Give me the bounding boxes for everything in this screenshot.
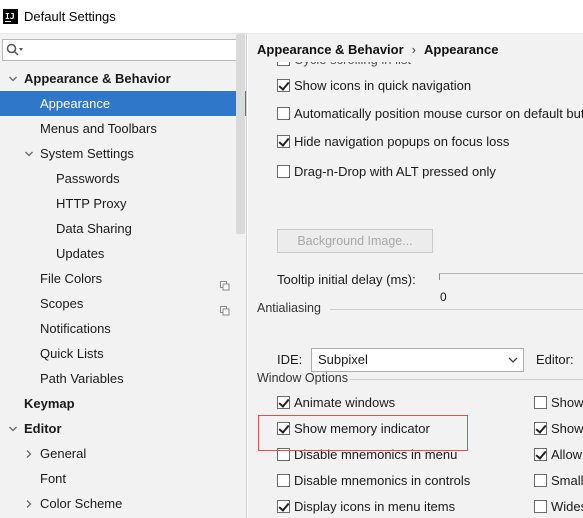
breadcrumb: Appearance & Behavior › Appearance xyxy=(257,42,498,57)
slider-tick xyxy=(439,274,440,280)
widescreen-tool-window-layout-label: Widescreen tool window layout xyxy=(551,499,583,514)
disable-mnemonics-in-controls-label: Disable mnemonics in controls xyxy=(294,473,471,488)
title-bar: IJ Default Settings xyxy=(0,0,583,34)
settings-search-input[interactable] xyxy=(25,41,235,59)
sidebar-item-system-settings[interactable]: System Settings xyxy=(0,141,246,166)
settings-sidebar: Appearance & Behavior Appearance Menus and… xyxy=(0,34,247,518)
automatically-position-mouse-cursor-on-default-button-checkbox[interactable] xyxy=(277,107,290,120)
sidebar-item-path-variables[interactable]: Path Variables xyxy=(0,366,246,391)
show-tool-window-bars-label: Show tool window bars xyxy=(551,395,583,410)
background-image-button: Background Image... xyxy=(277,229,433,253)
sidebar-item-font[interactable]: Font xyxy=(0,466,246,491)
window-options-section-title: Window Options xyxy=(257,371,349,385)
ide-antialiasing-label: IDE: xyxy=(277,352,303,367)
sidebar-scrollbar[interactable] xyxy=(236,34,245,234)
antialiasing-section-title: Antialiasing xyxy=(257,301,321,315)
sidebar-item-quick-lists[interactable]: Quick Lists xyxy=(0,341,246,366)
sidebar-item-editor[interactable]: Editor xyxy=(0,416,246,441)
annotation-highlight-box xyxy=(258,415,468,451)
hide-navigation-popups-on-focus-loss-checkbox[interactable] xyxy=(277,135,290,148)
small-labels-in-editor-tabs-label: Small labels in editor tabs xyxy=(551,473,583,488)
sidebar-item-label: Editor xyxy=(24,421,62,436)
sidebar-item-appearance-behavior[interactable]: Appearance & Behavior xyxy=(0,66,246,91)
hide-navigation-popups-on-focus-loss-label: Hide navigation popups on focus loss xyxy=(294,134,510,149)
sidebar-item-keymap[interactable]: Keymap xyxy=(0,391,246,416)
window-title: Default Settings xyxy=(24,9,116,24)
ide-antialiasing-select[interactable]: Subpixel xyxy=(311,348,524,372)
sidebar-item-label: System Settings xyxy=(40,146,134,161)
drag-n-drop-with-alt-pressed-only-label: Drag-n-Drop with ALT pressed only xyxy=(294,164,496,179)
intellij-logo-icon: IJ xyxy=(3,9,18,24)
sidebar-item-label: Quick Lists xyxy=(40,346,104,361)
sidebar-item-label: Appearance & Behavior xyxy=(24,71,171,86)
show-tool-window-numbers-label: Show tool window numbers xyxy=(551,421,583,436)
ide-antialiasing-value: Subpixel xyxy=(318,352,368,367)
sidebar-item-label: Notifications xyxy=(40,321,111,336)
window-options-divider xyxy=(350,379,583,380)
show-icons-in-quick-navigation-label: Show icons in quick navigation xyxy=(294,78,472,93)
sidebar-item-label: Appearance xyxy=(40,96,111,111)
editor-antialiasing-label: Editor: xyxy=(536,352,574,367)
drag-n-drop-with-alt-pressed-only-checkbox[interactable] xyxy=(277,165,290,178)
show-tool-window-bars-checkbox[interactable] xyxy=(534,396,547,409)
sidebar-item-passwords[interactable]: Passwords xyxy=(0,166,246,191)
logo-text: IJ xyxy=(5,12,15,21)
sidebar-item-scopes[interactable]: Scopes xyxy=(0,291,246,316)
chevron-right-icon[interactable] xyxy=(23,491,35,516)
allow-merging-buttons-checkbox[interactable] xyxy=(534,448,547,461)
project-copy-icon xyxy=(220,299,230,316)
animate-windows-label: Animate windows xyxy=(294,395,396,410)
sidebar-item-data-sharing[interactable]: Data Sharing xyxy=(0,216,246,241)
sidebar-item-label: HTTP Proxy xyxy=(56,196,127,211)
tooltip-delay-slider[interactable] xyxy=(439,273,583,274)
show-icons-in-quick-navigation-checkbox[interactable] xyxy=(277,79,290,92)
appearance-settings: Cycle scrolling in list Show icons in qu… xyxy=(248,58,583,518)
sidebar-item-label: File Colors xyxy=(40,271,103,286)
display-icons-in-menu-items-label: Display icons in menu items xyxy=(294,499,456,514)
breadcrumb-current: Appearance xyxy=(424,42,499,57)
chevron-down-icon[interactable] xyxy=(7,416,19,441)
widescreen-tool-window-layout-checkbox[interactable] xyxy=(534,500,547,513)
sidebar-item-label: Passwords xyxy=(56,171,120,186)
sidebar-item-color-scheme[interactable]: Color Scheme xyxy=(0,491,246,516)
sidebar-item-label: Keymap xyxy=(24,396,75,411)
settings-search-field[interactable] xyxy=(2,39,240,61)
sidebar-item-notifications[interactable]: Notifications xyxy=(0,316,246,341)
sidebar-item-label: Color Scheme xyxy=(40,496,123,511)
automatically-position-mouse-cursor-on-default-button-label: Automatically position mouse cursor on d… xyxy=(294,106,583,121)
sidebar-item-updates[interactable]: Updates xyxy=(0,241,246,266)
sidebar-item-label: Scopes xyxy=(40,296,84,311)
sidebar-item-http-proxy[interactable]: HTTP Proxy xyxy=(0,191,246,216)
chevron-down-icon xyxy=(508,357,518,363)
sidebar-item-menus-and-toolbars[interactable]: Menus and Toolbars xyxy=(0,116,246,141)
sidebar-item-label: Font xyxy=(40,471,67,486)
sidebar-item-label: Updates xyxy=(56,246,105,261)
sidebar-item-label: General xyxy=(40,446,87,461)
settings-content-panel: Appearance & Behavior › Appearance Cycle s… xyxy=(248,34,583,518)
display-icons-in-menu-items-checkbox[interactable] xyxy=(277,500,290,513)
breadcrumb-separator: › xyxy=(411,42,417,57)
disable-mnemonics-in-controls-checkbox[interactable] xyxy=(277,474,290,487)
show-tool-window-numbers-checkbox[interactable] xyxy=(534,422,547,435)
sidebar-item-label: Data Sharing xyxy=(56,221,132,236)
tooltip-delay-label: Tooltip initial delay (ms): xyxy=(277,272,416,287)
chevron-down-icon[interactable] xyxy=(23,141,35,166)
search-icon xyxy=(6,43,23,56)
settings-tree: Appearance & Behavior Appearance Menus and… xyxy=(0,66,246,516)
chevron-right-icon[interactable] xyxy=(23,441,35,466)
sidebar-item-file-colors[interactable]: File Colors xyxy=(0,266,246,291)
animate-windows-checkbox[interactable] xyxy=(277,396,290,409)
sidebar-item-general[interactable]: General xyxy=(0,441,246,466)
small-labels-in-editor-tabs-checkbox[interactable] xyxy=(534,474,547,487)
sidebar-item-appearance[interactable]: Appearance xyxy=(0,91,246,116)
breadcrumb-parent[interactable]: Appearance & Behavior xyxy=(257,42,404,57)
allow-merging-buttons-label: Allow merging buttons xyxy=(551,447,583,462)
project-copy-icon xyxy=(220,274,230,291)
sidebar-item-label: Path Variables xyxy=(40,371,124,386)
antialiasing-divider xyxy=(330,309,583,310)
slider-min-label: 0 xyxy=(440,290,447,304)
sidebar-item-label: Menus and Toolbars xyxy=(40,121,157,136)
chevron-down-icon[interactable] xyxy=(7,66,19,91)
